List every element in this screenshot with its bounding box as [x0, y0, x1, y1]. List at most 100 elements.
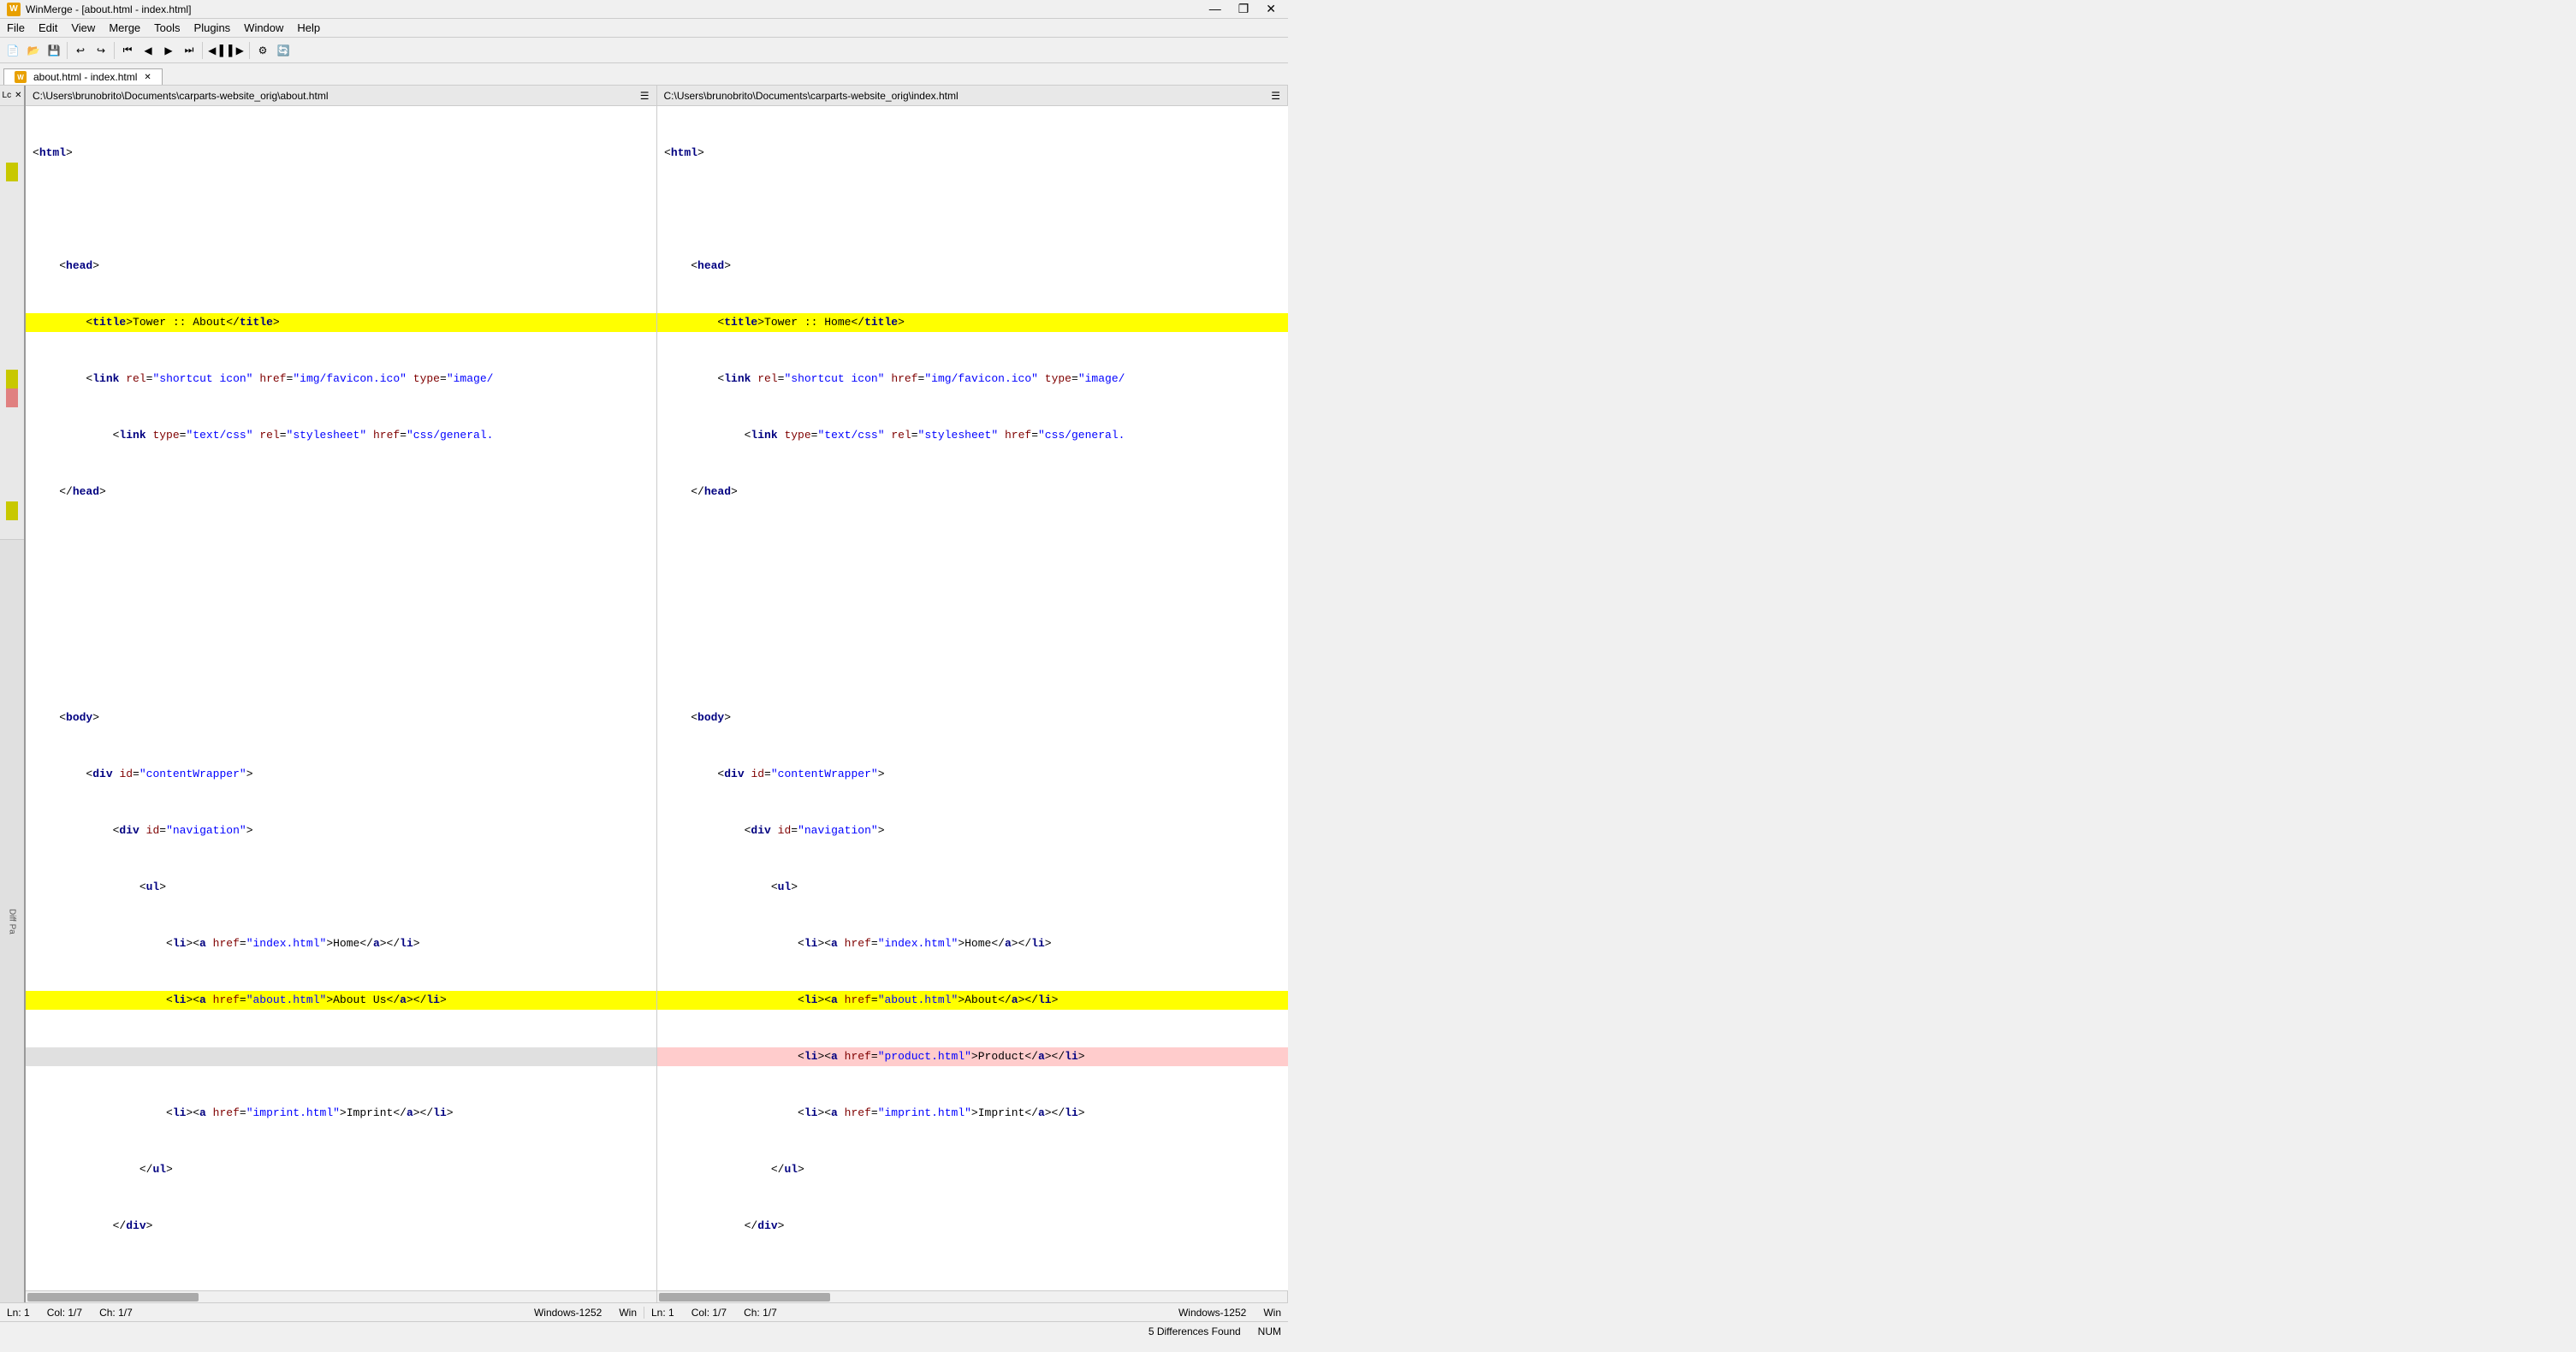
title-bar-controls[interactable]: — ❐ ✕ — [1204, 2, 1281, 16]
next-diff-button[interactable]: ▶ — [159, 41, 178, 60]
right-line-10 — [657, 652, 1288, 671]
refresh-button[interactable]: 🔄 — [274, 41, 293, 60]
toolbar-sep-1 — [67, 42, 68, 59]
right-line-20: </div> — [657, 1217, 1288, 1236]
right-line-5: <link rel="shortcut icon" href="img/favi… — [657, 370, 1288, 388]
menu-merge[interactable]: Merge — [102, 20, 147, 36]
status-bar: Ln: 1 Col: 1/7 Ch: 1/7 Windows-1252 Win … — [0, 1302, 1288, 1321]
tab-icon: W — [15, 71, 27, 83]
toolbar-sep-4 — [249, 42, 250, 59]
right-status-pane: Ln: 1 Col: 1/7 Ch: 1/7 Windows-1252 Win — [644, 1307, 1288, 1319]
ind-diff-line-22 — [6, 501, 18, 520]
menu-window[interactable]: Window — [237, 20, 290, 36]
menu-edit[interactable]: Edit — [32, 20, 64, 36]
right-line-14: <ul> — [657, 878, 1288, 897]
left-pane-inner: <html> <head> <title>Tower :: About</tit… — [26, 106, 656, 1290]
right-code-area: <html> <head> <title>Tower :: Home</titl… — [657, 106, 1288, 1290]
ind-line-19 — [0, 445, 24, 464]
horizontal-scrollbar[interactable] — [26, 1290, 1288, 1302]
ind-line-5 — [0, 181, 24, 200]
right-pane-menu-icon[interactable]: ☰ — [1271, 90, 1280, 102]
new-button[interactable]: 📄 — [3, 41, 22, 60]
ind-diff-line-4 — [6, 163, 18, 181]
right-line-11: <body> — [657, 709, 1288, 727]
menu-plugins[interactable]: Plugins — [187, 20, 238, 36]
tab-close-button[interactable]: ✕ — [144, 73, 151, 82]
left-line-19: </ul> — [26, 1160, 656, 1179]
right-line-4: <title>Tower :: Home</title> — [657, 313, 1288, 332]
right-line-1: <html> — [657, 144, 1288, 163]
open-button[interactable]: 📂 — [24, 41, 43, 60]
first-diff-button[interactable]: ⏮ — [118, 41, 137, 60]
tab-bar: W about.html - index.html ✕ — [0, 63, 1288, 86]
indicator-close[interactable]: ✕ — [15, 91, 21, 100]
right-pane-inner: <html> <head> <title>Tower :: Home</titl… — [657, 106, 1288, 1290]
left-eol: Win — [619, 1307, 637, 1319]
ind-line-3 — [0, 144, 24, 163]
last-diff-button[interactable]: ⏭ — [180, 41, 199, 60]
left-pane-menu-icon[interactable]: ☰ — [640, 90, 650, 102]
right-pane-path: C:\Users\brunobrito\Documents\carparts-w… — [664, 90, 959, 102]
menu-tools[interactable]: Tools — [147, 20, 187, 36]
right-line-3: <head> — [657, 257, 1288, 276]
right-hscrollbar[interactable] — [657, 1291, 1289, 1302]
left-line-12: <div id="contentWrapper"> — [26, 765, 656, 784]
right-pane-header: C:\Users\brunobrito\Documents\carparts-w… — [657, 86, 1289, 106]
ind-diff-line-16 — [6, 388, 18, 407]
save-button[interactable]: 💾 — [45, 41, 63, 60]
left-diff-pane[interactable]: <html> <head> <title>Tower :: About</tit… — [26, 106, 657, 1290]
ind-line-1 — [0, 106, 24, 125]
indicator-header: Lc ✕ — [0, 86, 24, 106]
right-line-7: </head> — [657, 483, 1288, 501]
right-line-17: <li><a href="product.html">Product</a></… — [657, 1047, 1288, 1066]
left-line-7: </head> — [26, 483, 656, 501]
title-bar-left: W WinMerge - [about.html - index.html] — [7, 3, 191, 16]
tab-label: about.html - index.html — [33, 71, 137, 83]
left-ch: Ch: 1/7 — [99, 1307, 133, 1319]
toolbar-sep-2 — [114, 42, 115, 59]
right-encoding: Windows-1252 — [1178, 1307, 1246, 1319]
minimize-button[interactable]: — — [1204, 2, 1226, 16]
ind-line-8 — [0, 238, 24, 257]
right-col: Col: 1/7 — [691, 1307, 727, 1319]
redo-button[interactable]: ↪ — [92, 41, 110, 60]
toolbar-sep-3 — [202, 42, 203, 59]
left-hscrollbar[interactable] — [26, 1291, 657, 1302]
right-line-2 — [657, 200, 1288, 219]
right-diff-pane[interactable]: <html> <head> <title>Tower :: Home</titl… — [657, 106, 1288, 1290]
left-line-4: <title>Tower :: About</title> — [26, 313, 656, 332]
options-button[interactable]: ⚙ — [253, 41, 272, 60]
panes-content: <html> <head> <title>Tower :: About</tit… — [26, 106, 1288, 1290]
left-line-10 — [26, 652, 656, 671]
maximize-button[interactable]: ❐ — [1233, 2, 1255, 16]
left-line-21 — [26, 1273, 656, 1290]
ind-line-6 — [0, 200, 24, 219]
ind-diff-line-15 — [6, 370, 18, 388]
prev-diff-button[interactable]: ◀ — [139, 41, 157, 60]
diff-panel-label: Diff Pa — [0, 539, 24, 1302]
panes-header: C:\Users\brunobrito\Documents\carparts-w… — [26, 86, 1288, 106]
menu-bar: File Edit View Merge Tools Plugins Windo… — [0, 19, 1288, 38]
copy-left-button[interactable]: ◀▐ — [206, 41, 225, 60]
ind-line-18 — [0, 426, 24, 445]
close-button[interactable]: ✕ — [1261, 2, 1281, 16]
left-line-1: <html> — [26, 144, 656, 163]
menu-file[interactable]: File — [0, 20, 32, 36]
left-status-pane: Ln: 1 Col: 1/7 Ch: 1/7 Windows-1252 Win — [0, 1307, 644, 1319]
ind-line-21 — [0, 483, 24, 501]
menu-help[interactable]: Help — [290, 20, 327, 36]
menu-view[interactable]: View — [64, 20, 102, 36]
left-line-14: <ul> — [26, 878, 656, 897]
left-hscroll-thumb[interactable] — [27, 1293, 199, 1302]
left-ln: Ln: 1 — [7, 1307, 30, 1319]
left-pane-header: C:\Users\brunobrito\Documents\carparts-w… — [26, 86, 657, 106]
left-line-2 — [26, 200, 656, 219]
right-hscroll-thumb[interactable] — [659, 1293, 830, 1302]
ind-line-9 — [0, 257, 24, 276]
left-line-18: <li><a href="imprint.html">Imprint</a></… — [26, 1104, 656, 1123]
tab-0[interactable]: W about.html - index.html ✕ — [3, 68, 163, 85]
ind-line-11 — [0, 294, 24, 313]
copy-right-button[interactable]: ▌▶ — [227, 41, 246, 60]
undo-button[interactable]: ↩ — [71, 41, 90, 60]
diff-count: 5 Differences Found — [1149, 1325, 1241, 1337]
